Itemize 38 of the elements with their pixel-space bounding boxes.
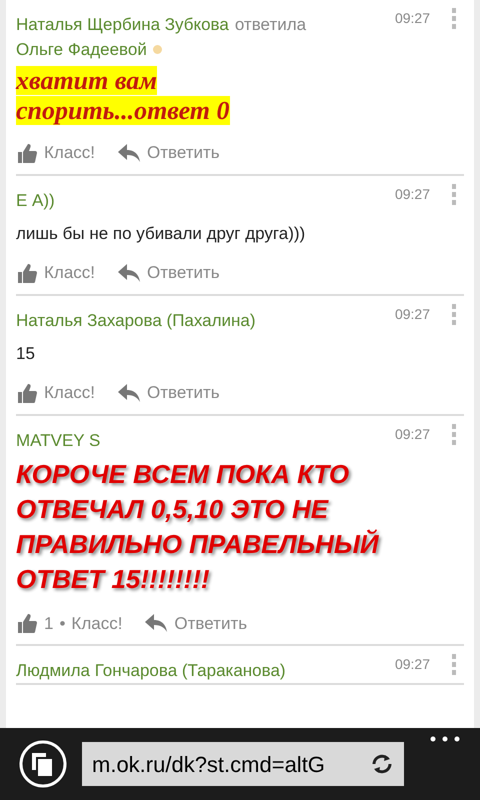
reply-button[interactable]: Ответить xyxy=(144,610,248,636)
reply-icon[interactable] xyxy=(117,382,141,403)
comment-time: 09:27 xyxy=(394,9,430,28)
reply-button[interactable]: Ответить xyxy=(117,260,220,286)
tabs-icon[interactable] xyxy=(18,739,68,789)
address-field[interactable]: m.ok.ru/dk?st.cmd=altG xyxy=(82,742,404,786)
reply-icon[interactable] xyxy=(117,142,141,163)
reply-label: ответила xyxy=(234,14,306,36)
reply-button[interactable]: Ответить xyxy=(117,140,220,166)
author-name: Людмила Гончарова (Тараканова) xyxy=(16,660,286,682)
like-button[interactable]: 1 • Класс! xyxy=(16,610,122,636)
like-count: 1 xyxy=(44,612,54,634)
separator-dot: • xyxy=(59,612,66,634)
author-name: MATVEY S xyxy=(16,430,100,452)
comment-text: хватит вам спорить...ответ 0 xyxy=(16,66,231,126)
reply-icon[interactable] xyxy=(117,262,141,283)
comment-text: лишь бы не по убивали друг друга))) xyxy=(16,222,306,244)
like-button[interactable]: Класс! xyxy=(16,260,95,286)
author-name: Наталья Щербина Зубкова xyxy=(16,14,229,36)
author-name: Е А)) xyxy=(16,190,55,212)
recipient-name: Ольге Фадеевой xyxy=(16,39,147,61)
comment-text: 15 xyxy=(16,342,36,364)
comment-time: 09:27 xyxy=(394,184,430,204)
thumbs-up-icon[interactable] xyxy=(16,262,38,284)
author-name: Наталья Захарова (Пахалина) xyxy=(16,310,256,332)
more-icon[interactable] xyxy=(430,736,460,742)
thumbs-up-icon[interactable] xyxy=(16,142,38,164)
comment-time: 09:27 xyxy=(394,424,430,444)
comment-time: 09:27 xyxy=(394,304,430,324)
reply-icon[interactable] xyxy=(144,613,168,634)
like-button[interactable]: Класс! xyxy=(16,140,95,166)
thumbs-up-icon[interactable] xyxy=(16,382,38,404)
like-button[interactable]: Класс! xyxy=(16,380,95,406)
thumbs-up-icon[interactable] xyxy=(16,612,38,634)
reply-button[interactable]: Ответить xyxy=(117,380,220,406)
comment-time: 09:27 xyxy=(394,655,430,674)
refresh-icon[interactable] xyxy=(370,752,394,776)
comment-text: КОРОЧЕ ВСЕМ ПОКА КТО ОТВЕЧАЛ 0,5,10 ЭТО НЕ ПРАВИЛЬНО ПРАВЕЛЬНЫЙ ОТВЕТ 15!!!!!!!! xyxy=(16,458,380,596)
